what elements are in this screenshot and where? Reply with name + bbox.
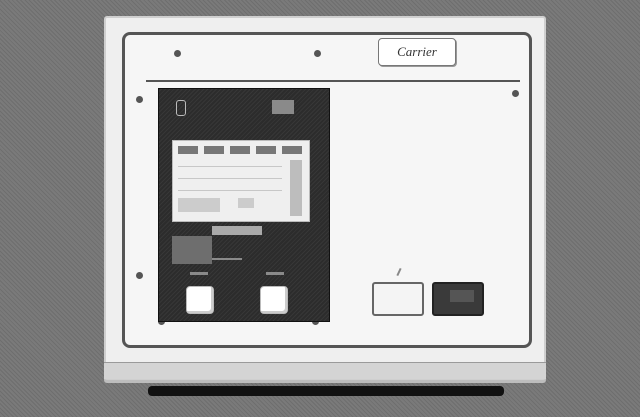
switch-face: [450, 290, 474, 302]
status-indicator-icon: [176, 100, 186, 116]
legend-area: [172, 236, 212, 264]
right-push-button[interactable]: [260, 286, 288, 314]
header-divider: [146, 80, 520, 82]
screw-icon: [314, 50, 321, 57]
model-label: [212, 226, 262, 235]
legend-line: [212, 258, 242, 260]
light-rocker-switch[interactable]: [372, 282, 424, 316]
indicator-lamp-icon: [272, 100, 294, 114]
display-grid-line: [178, 190, 282, 191]
display-grid-line: [178, 178, 282, 179]
screw-icon: [174, 50, 181, 57]
display-block: [178, 198, 220, 212]
display-block: [238, 198, 254, 208]
display-key: [230, 146, 250, 154]
bottom-bezel: [104, 362, 546, 379]
brand-badge: Carrier: [378, 38, 456, 66]
base-shadow: [148, 386, 504, 396]
display-side-column: [290, 160, 302, 216]
display-key: [256, 146, 276, 154]
display-key: [282, 146, 302, 154]
display-key: [204, 146, 224, 154]
button-label: [266, 272, 284, 275]
screw-icon: [512, 90, 519, 97]
screw-icon: [136, 272, 143, 279]
button-label: [190, 272, 208, 275]
left-push-button[interactable]: [186, 286, 214, 314]
display-key: [178, 146, 198, 154]
display-grid-line: [178, 166, 282, 167]
screw-icon: [136, 96, 143, 103]
